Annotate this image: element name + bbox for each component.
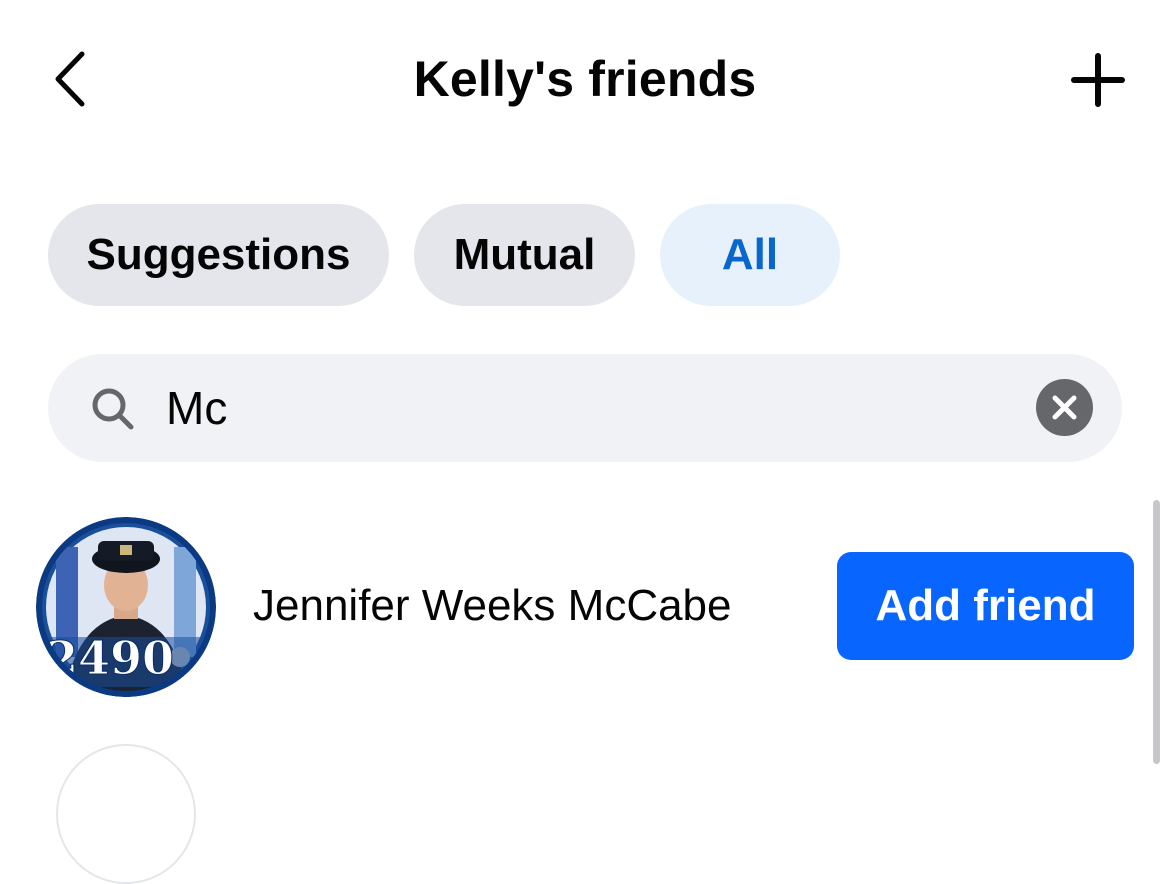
friend-name[interactable]: Jennifer Weeks McCabe — [253, 581, 732, 631]
avatar[interactable] — [56, 744, 196, 884]
plus-icon — [1071, 53, 1125, 107]
chip-all[interactable]: All — [660, 204, 840, 306]
scrollbar[interactable] — [1153, 500, 1160, 764]
search-icon — [92, 388, 134, 430]
search-bar — [48, 354, 1122, 462]
chip-suggestions[interactable]: Suggestions — [48, 204, 389, 306]
top-bar: Kelly's friends — [0, 0, 1170, 160]
close-icon — [1052, 395, 1077, 420]
list-item: 2490 Jennifer Weeks McCabe Add friend — [0, 512, 1170, 702]
profile-photo: 2490 — [36, 517, 216, 697]
avatar-number: 2490 — [46, 631, 174, 685]
search-input[interactable] — [166, 376, 1006, 440]
add-friend-button[interactable]: Add friend — [837, 552, 1134, 660]
add-button[interactable] — [1064, 46, 1132, 114]
page-title: Kelly's friends — [413, 51, 757, 107]
filter-chips: Suggestions Mutual All — [48, 204, 840, 306]
avatar[interactable]: 2490 — [36, 517, 216, 697]
chip-mutual[interactable]: Mutual — [414, 204, 635, 306]
clear-search-button[interactable] — [1036, 379, 1093, 436]
